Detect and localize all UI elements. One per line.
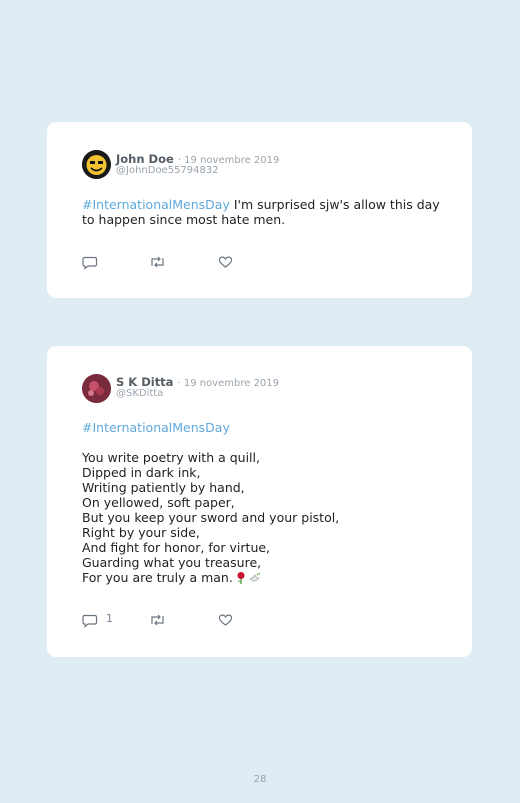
tweet-text: #InternationalMensDay I'm surprised sjw'…: [82, 197, 442, 227]
like-icon: [218, 614, 233, 626]
photo-avatar-icon: [82, 374, 111, 403]
author-handle[interactable]: @SKDitta: [116, 388, 163, 399]
author-line: John Doe · 19 novembre 2019: [116, 152, 279, 166]
avatar[interactable]: [82, 150, 111, 179]
poem-line: On yellowed, soft paper,: [82, 495, 235, 510]
like-button[interactable]: [218, 612, 233, 628]
avatar[interactable]: [82, 374, 111, 403]
dove-icon: [249, 573, 261, 582]
poem-line-text: For you are truly a man.: [82, 570, 233, 585]
tweet-actions: [82, 254, 282, 270]
author-handle[interactable]: @JohnDoe55794832: [116, 165, 219, 176]
page-number: 28: [253, 774, 267, 785]
retweet-icon: [151, 614, 164, 626]
tweet-actions: 1: [82, 612, 282, 628]
tweet-card-1: John Doe · 19 novembre 2019 @JohnDoe5579…: [47, 122, 472, 298]
like-button[interactable]: [218, 254, 233, 270]
poem-line: And fight for honor, for virtue,: [82, 540, 271, 555]
hashtag-link[interactable]: #InternationalMensDay: [82, 197, 230, 212]
reply-button[interactable]: [82, 254, 98, 270]
poem-line-last: For you are truly a man.: [82, 570, 442, 585]
like-icon: [218, 256, 233, 268]
reply-button[interactable]: 1: [82, 612, 122, 628]
author-name[interactable]: John Doe: [116, 152, 174, 166]
poem-line: You write poetry with a quill,: [82, 450, 260, 465]
tweet-text: #InternationalMensDay: [82, 420, 442, 435]
poem-line: Right by your side,: [82, 525, 200, 540]
retweet-button[interactable]: [149, 612, 166, 628]
poem-line: But you keep your sword and your pistol,: [82, 510, 340, 525]
poem: You write poetry with a quill, Dipped in…: [82, 450, 442, 585]
reply-icon: [82, 614, 98, 628]
smiley-face-icon: [82, 150, 111, 179]
retweet-icon: [151, 256, 164, 268]
author-line: S K Ditta · 19 novembre 2019: [116, 375, 279, 389]
retweet-button[interactable]: [149, 254, 166, 270]
author-name[interactable]: S K Ditta: [116, 375, 173, 389]
poem-line: Writing patiently by hand,: [82, 480, 245, 495]
tweet-card-2: S K Ditta · 19 novembre 2019 @SKDitta #I…: [47, 346, 472, 657]
reply-icon: [82, 256, 98, 270]
poem-line: Guarding what you treasure,: [82, 555, 262, 570]
hashtag-link[interactable]: #InternationalMensDay: [82, 420, 230, 435]
poem-line: Dipped in dark ink,: [82, 465, 201, 480]
reply-count: 1: [106, 612, 113, 625]
tweet-date[interactable]: · 19 novembre 2019: [177, 378, 279, 389]
rose-icon: [237, 572, 245, 584]
